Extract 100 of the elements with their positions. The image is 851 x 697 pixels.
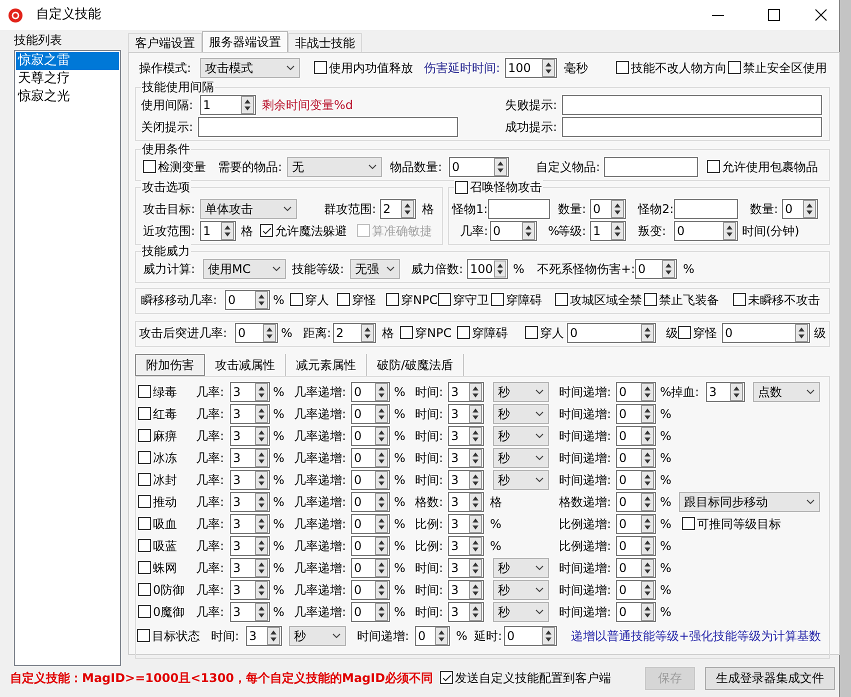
spin-arrows-icon[interactable] xyxy=(375,427,388,445)
text-field[interactable] xyxy=(562,117,822,137)
number-field[interactable]: 3 xyxy=(448,492,484,512)
number-field[interactable]: 0 xyxy=(616,536,656,556)
checkbox[interactable]: 穿守卫 xyxy=(438,292,491,308)
number-field[interactable]: 0 xyxy=(616,492,656,512)
checkbox[interactable]: 穿障碍 xyxy=(491,292,555,308)
dropdown[interactable]: 秒 xyxy=(289,626,346,646)
number-field[interactable]: 3 xyxy=(448,602,484,622)
checkbox[interactable]: 目标状态 xyxy=(137,628,211,644)
spin-arrows-icon[interactable] xyxy=(255,603,268,621)
spin-arrows-icon[interactable] xyxy=(469,493,482,511)
spin-arrows-icon[interactable] xyxy=(267,627,280,645)
spin-arrows-icon[interactable] xyxy=(641,405,654,423)
spin-arrows-icon[interactable] xyxy=(522,222,535,240)
dropdown[interactable]: 秒 xyxy=(493,382,549,402)
tab[interactable]: 非战士技能 xyxy=(288,33,362,52)
chevron-icon[interactable] xyxy=(535,389,544,395)
number-field[interactable]: 3 xyxy=(230,536,270,556)
spin-arrows-icon[interactable] xyxy=(401,200,414,218)
checkbox[interactable]: 技能不改人物方向 xyxy=(616,60,728,76)
spin-arrows-icon[interactable] xyxy=(641,603,654,621)
number-field[interactable]: 0 xyxy=(782,199,818,219)
number-field[interactable]: 0 xyxy=(616,404,656,424)
number-field[interactable]: 3 xyxy=(706,382,745,402)
number-field[interactable]: 0 xyxy=(235,323,278,343)
spin-arrows-icon[interactable] xyxy=(641,427,654,445)
dropdown[interactable]: 秒 xyxy=(493,602,549,622)
number-field[interactable]: 0 xyxy=(351,514,390,534)
spin-arrows-icon[interactable] xyxy=(494,260,506,278)
dropdown[interactable]: 点数 xyxy=(753,382,820,402)
spin-arrows-icon[interactable] xyxy=(255,471,268,489)
number-field[interactable]: 0 xyxy=(674,221,738,241)
text-field[interactable] xyxy=(198,117,458,137)
checkbox[interactable]: 穿人 xyxy=(290,292,337,308)
text-field[interactable] xyxy=(674,199,738,219)
spin-arrows-icon[interactable] xyxy=(469,515,482,533)
spin-arrows-icon[interactable] xyxy=(803,200,816,218)
spin-arrows-icon[interactable] xyxy=(255,405,268,423)
spin-arrows-icon[interactable] xyxy=(641,449,654,467)
spin-arrows-icon[interactable] xyxy=(221,222,234,240)
spin-arrows-icon[interactable] xyxy=(641,537,654,555)
number-field[interactable]: 0 xyxy=(351,558,390,578)
spin-arrows-icon[interactable] xyxy=(641,581,654,599)
number-field[interactable]: 1 xyxy=(590,221,626,241)
spin-arrows-icon[interactable] xyxy=(375,603,388,621)
number-field[interactable]: 0 xyxy=(616,558,656,578)
spin-arrows-icon[interactable] xyxy=(641,559,654,577)
spin-arrows-icon[interactable] xyxy=(241,96,254,114)
checkbox[interactable]: 穿NPC xyxy=(400,326,457,340)
number-field[interactable]: 2 xyxy=(333,323,376,343)
spin-arrows-icon[interactable] xyxy=(469,383,482,401)
checkbox[interactable]: 穿怪 xyxy=(678,326,722,340)
button[interactable]: 生成登录器集成文件 xyxy=(705,666,835,690)
spin-arrows-icon[interactable] xyxy=(375,581,388,599)
number-field[interactable]: 3 xyxy=(448,426,484,446)
spin-arrows-icon[interactable] xyxy=(469,537,482,555)
spin-arrows-icon[interactable] xyxy=(375,383,388,401)
maximize-icon[interactable] xyxy=(768,9,780,21)
checkbox[interactable]: 绿毒 xyxy=(138,384,196,400)
number-field[interactable]: 0 xyxy=(490,221,537,241)
spin-arrows-icon[interactable] xyxy=(469,427,482,445)
spin-arrows-icon[interactable] xyxy=(641,383,654,401)
checkbox[interactable]: 可推同等级目标 xyxy=(682,516,781,532)
number-field[interactable]: 3 xyxy=(246,626,282,646)
checkbox[interactable]: 发送自定义技能配置到客户端 xyxy=(440,670,645,686)
spin-arrows-icon[interactable] xyxy=(641,324,654,342)
tab[interactable]: 附加伤害 xyxy=(135,354,205,376)
checkbox[interactable]: 穿怪 xyxy=(337,292,386,308)
number-field[interactable]: 0 xyxy=(722,323,810,343)
number-field[interactable]: 2 xyxy=(380,199,416,219)
spin-arrows-icon[interactable] xyxy=(255,383,268,401)
number-field[interactable]: 0 xyxy=(616,470,656,490)
spin-arrows-icon[interactable] xyxy=(375,559,388,577)
number-field[interactable]: 3 xyxy=(230,404,270,424)
chevron-icon[interactable] xyxy=(272,266,281,272)
spin-arrows-icon[interactable] xyxy=(435,627,448,645)
spin-arrows-icon[interactable] xyxy=(641,471,654,489)
number-field[interactable]: 0 xyxy=(616,514,656,534)
spin-arrows-icon[interactable] xyxy=(255,537,268,555)
checkbox[interactable]: 攻城区域全禁 xyxy=(555,292,644,308)
number-field[interactable]: 3 xyxy=(230,558,270,578)
number-field[interactable]: 0 xyxy=(616,426,656,446)
chevron-icon[interactable] xyxy=(535,587,544,593)
spin-arrows-icon[interactable] xyxy=(469,559,482,577)
number-field[interactable]: 0 xyxy=(351,404,390,424)
dropdown[interactable]: 秒 xyxy=(493,448,549,468)
chevron-icon[interactable] xyxy=(535,411,544,417)
spin-arrows-icon[interactable] xyxy=(469,449,482,467)
checkbox[interactable]: 禁止安全区使用 xyxy=(728,60,827,76)
checkbox[interactable]: 吸蓝 xyxy=(138,538,196,554)
spin-arrows-icon[interactable] xyxy=(375,515,388,533)
text-field[interactable] xyxy=(604,157,698,177)
spin-arrows-icon[interactable] xyxy=(542,59,555,77)
spin-arrows-icon[interactable] xyxy=(263,324,276,342)
chevron-icon[interactable] xyxy=(806,499,815,505)
dropdown[interactable]: 无 xyxy=(287,157,382,177)
spin-arrows-icon[interactable] xyxy=(469,471,482,489)
number-field[interactable]: 1 xyxy=(200,221,236,241)
tab[interactable]: 减元素属性 xyxy=(286,354,367,376)
